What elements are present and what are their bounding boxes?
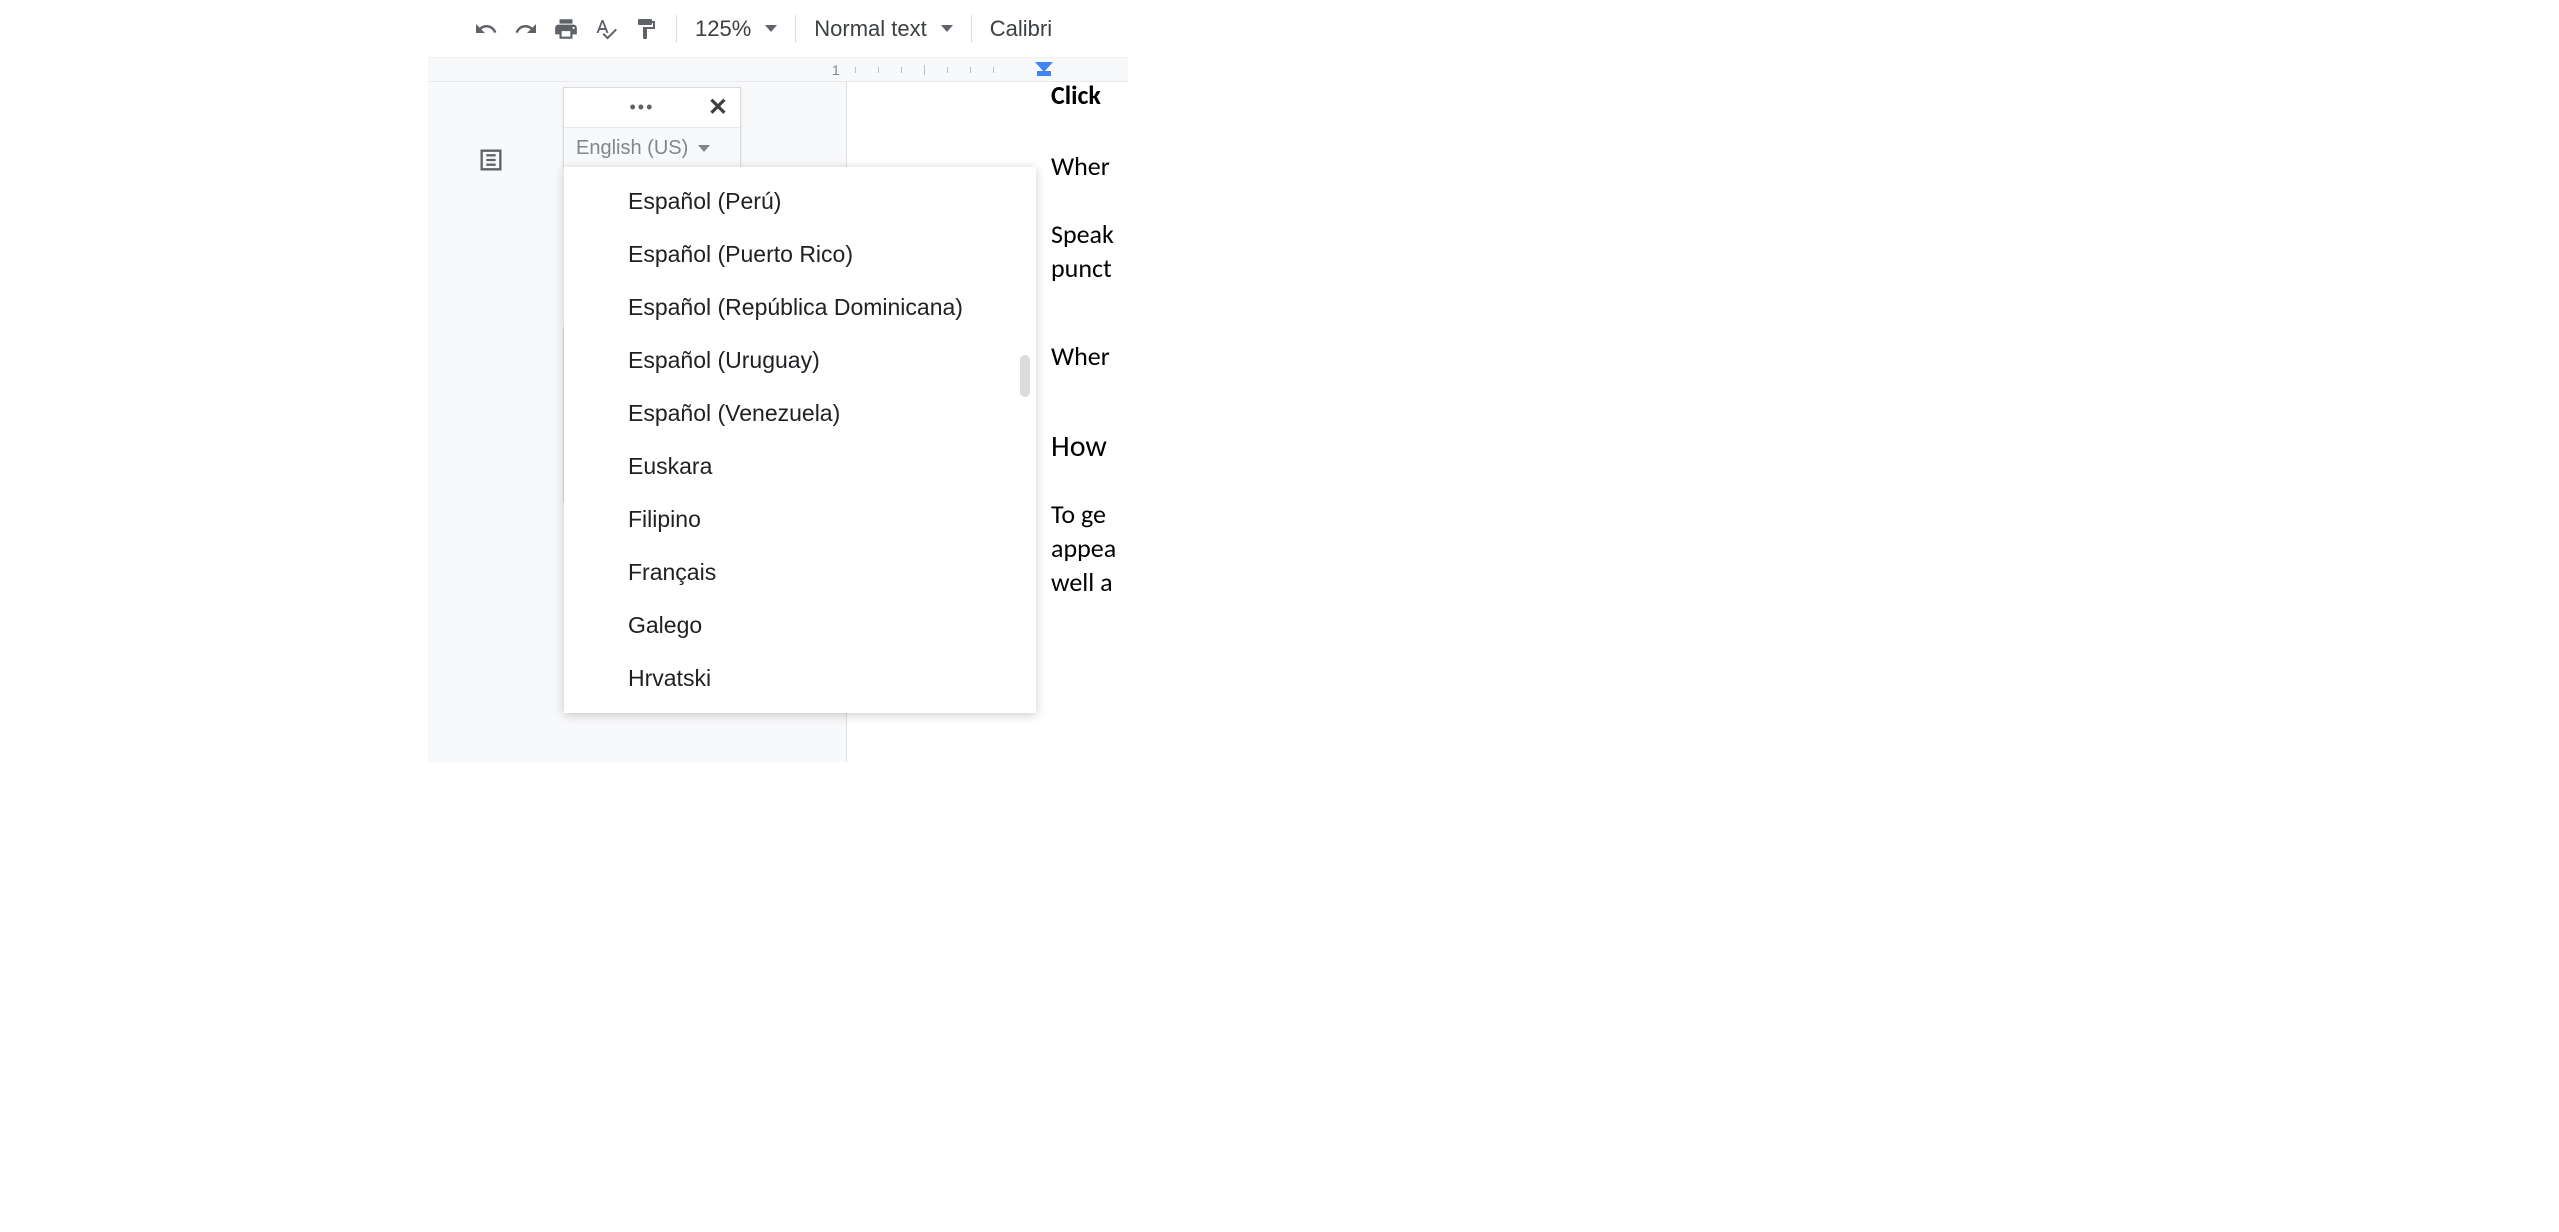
language-option[interactable]: Español (Puerto Rico) [564, 228, 1036, 281]
doc-line: well a [1051, 566, 1113, 598]
outline-icon[interactable] [471, 140, 511, 180]
chevron-down-icon [941, 25, 953, 32]
language-option[interactable]: Galego [564, 599, 1036, 652]
ruler-number: 1 [832, 62, 840, 78]
zoom-select[interactable]: 125% [687, 16, 785, 42]
language-option[interactable]: Español (Uruguay) [564, 334, 1036, 387]
language-option[interactable]: Filipino [564, 493, 1036, 546]
style-select[interactable]: Normal text [806, 16, 960, 42]
language-label: English (US) [576, 137, 688, 160]
chevron-down-icon [765, 25, 777, 32]
language-option[interactable]: Hrvatski [564, 652, 1036, 705]
style-label: Normal text [814, 16, 926, 42]
close-icon[interactable]: ✕ [708, 93, 728, 122]
separator [971, 15, 972, 43]
separator [795, 15, 796, 43]
document-area: Click Wher Speak punct Wher How To ge ap… [428, 82, 1128, 762]
language-option[interactable]: Euskara [564, 440, 1036, 493]
language-dropdown: Español (Perú) Español (Puerto Rico) Esp… [564, 167, 1036, 713]
undo-icon[interactable] [466, 9, 506, 49]
doc-line: Wher [1051, 340, 1110, 372]
doc-heading: How [1051, 428, 1107, 465]
doc-line: Click [1051, 79, 1101, 111]
ruler: 1 [428, 58, 1128, 82]
language-option[interactable]: Español (República Dominicana) [564, 281, 1036, 334]
chevron-down-icon [698, 145, 710, 152]
doc-line: punct [1051, 252, 1112, 284]
doc-line: Speak [1051, 218, 1114, 250]
language-option[interactable]: Español (Venezuela) [564, 387, 1036, 440]
language-option[interactable]: Français [564, 546, 1036, 599]
doc-line: Wher [1051, 150, 1110, 182]
font-select[interactable]: Calibri [982, 16, 1060, 42]
print-icon[interactable] [546, 9, 586, 49]
scrollbar-thumb[interactable] [1020, 355, 1030, 397]
spellcheck-icon[interactable] [586, 9, 626, 49]
language-option[interactable]: Español (Perú) [564, 175, 1036, 228]
indent-marker[interactable] [1035, 62, 1053, 78]
language-select[interactable]: English (US) [564, 128, 740, 168]
doc-line: To ge [1051, 498, 1106, 530]
more-icon[interactable]: ••• [576, 97, 708, 118]
toolbar: 125% Normal text Calibri [428, 0, 1128, 58]
font-label: Calibri [990, 16, 1052, 42]
paint-format-icon[interactable] [626, 9, 666, 49]
separator [676, 15, 677, 43]
zoom-label: 125% [695, 16, 751, 42]
redo-icon[interactable] [506, 9, 546, 49]
doc-line: appea [1051, 532, 1116, 564]
voice-typing-panel: ••• ✕ English (US) [563, 87, 741, 169]
